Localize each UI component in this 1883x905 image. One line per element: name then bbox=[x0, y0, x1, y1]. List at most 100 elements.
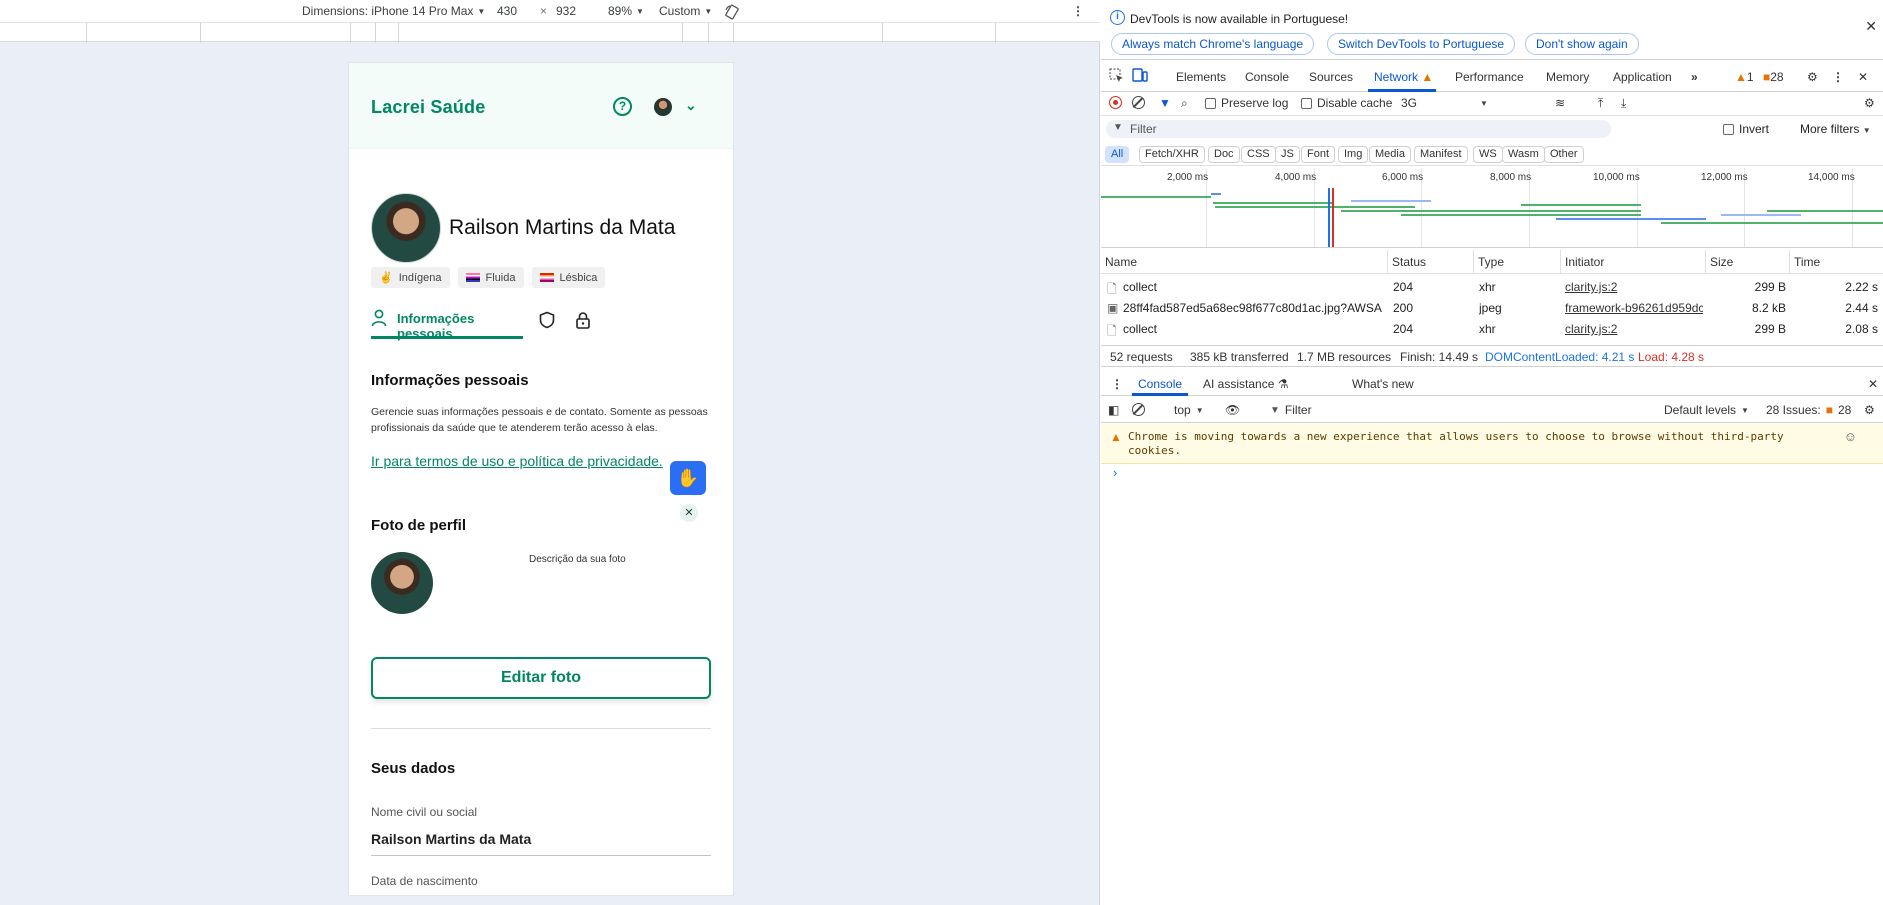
chevron-down-icon[interactable]: ⌄ bbox=[685, 97, 697, 114]
device-toggle-icon[interactable] bbox=[1132, 68, 1148, 86]
tab-application[interactable]: Application bbox=[1613, 70, 1672, 84]
disable-cache-checkbox[interactable]: Disable cache bbox=[1301, 96, 1392, 110]
console-issues-button[interactable]: 28 Issues: ■ 28 bbox=[1766, 403, 1851, 417]
inspect-element-icon[interactable] bbox=[1109, 68, 1124, 86]
network-conditions-icon[interactable]: ≋ bbox=[1555, 96, 1565, 110]
sidebar-toggle-icon[interactable]: ◧ bbox=[1108, 403, 1119, 417]
column-time[interactable]: Time bbox=[1790, 250, 1883, 274]
throttling-dropdown[interactable]: 3G ▼ bbox=[1401, 96, 1501, 110]
download-icon[interactable]: ⤓ bbox=[1621, 96, 1626, 111]
zoom-dropdown[interactable]: 89% ▼ bbox=[608, 4, 644, 18]
brand-logo[interactable]: Lacrei Saúde bbox=[371, 97, 485, 118]
table-row[interactable]: 🗋 collect 204 xhr clarity.js:2 299 B 2.0… bbox=[1101, 319, 1883, 340]
type-filter-media[interactable]: Media bbox=[1369, 146, 1411, 163]
type-filter-img[interactable]: Img bbox=[1338, 146, 1369, 163]
more-options-icon[interactable]: ⋮ bbox=[1072, 4, 1084, 18]
context-dropdown[interactable]: top ▼ bbox=[1174, 403, 1204, 417]
drawer-tab-ai[interactable]: AI assistance ⚗ bbox=[1203, 377, 1288, 391]
tab-console[interactable]: Console bbox=[1245, 70, 1289, 84]
sign-language-icon[interactable]: ✋ bbox=[670, 461, 706, 495]
request-initiator[interactable]: framework-b96261d959dc bbox=[1565, 301, 1703, 315]
type-filter-doc[interactable]: Doc bbox=[1208, 146, 1240, 163]
column-type[interactable]: Type bbox=[1474, 250, 1561, 274]
user-avatar[interactable] bbox=[654, 98, 672, 116]
dimensions-dropdown[interactable]: Dimensions: iPhone 14 Pro Max ▼ bbox=[302, 4, 485, 18]
close-icon[interactable]: ✕ bbox=[1858, 70, 1868, 84]
clear-console-icon[interactable] bbox=[1132, 403, 1145, 416]
table-row[interactable]: ▣ 28ff4fad587ed5a68ec98f677c80d1ac.jpg?A… bbox=[1101, 298, 1883, 319]
search-icon[interactable]: ⌕ bbox=[1181, 96, 1188, 111]
drawer-menu-icon[interactable]: ⋮ bbox=[1111, 377, 1123, 391]
tab-memory[interactable]: Memory bbox=[1546, 70, 1589, 84]
match-language-button[interactable]: Always match Chrome's language bbox=[1111, 33, 1315, 55]
close-icon[interactable]: ✕ bbox=[1868, 377, 1878, 391]
request-initiator[interactable]: clarity.js:2 bbox=[1565, 280, 1703, 294]
shield-icon[interactable] bbox=[538, 311, 556, 332]
tab-personal-info[interactable]: Informações pessoais bbox=[371, 309, 523, 341]
filter-input[interactable]: Filter bbox=[1106, 120, 1611, 138]
request-size: 299 B bbox=[1754, 322, 1786, 336]
more-filters-dropdown[interactable]: More filters ▼ bbox=[1800, 122, 1871, 136]
timeline-bar bbox=[1661, 222, 1883, 224]
tab-performance[interactable]: Performance bbox=[1455, 70, 1524, 84]
name-field-value[interactable]: Railson Martins da Mata bbox=[371, 831, 711, 856]
more-tabs-icon[interactable]: » bbox=[1691, 70, 1698, 84]
type-filter-font[interactable]: Font bbox=[1301, 146, 1336, 163]
column-size[interactable]: Size bbox=[1706, 250, 1790, 274]
width-input[interactable]: 430 bbox=[497, 4, 517, 18]
help-icon[interactable]: ? bbox=[613, 97, 632, 116]
column-name[interactable]: Name bbox=[1101, 250, 1388, 274]
upload-icon[interactable]: ⤒ bbox=[1598, 96, 1603, 111]
height-input[interactable]: 932 bbox=[556, 4, 576, 18]
table-row[interactable]: 🗋 collect 204 xhr clarity.js:2 299 B 2.2… bbox=[1101, 277, 1883, 298]
filter-icon[interactable]: ▼ bbox=[1159, 96, 1171, 110]
request-initiator[interactable]: clarity.js:2 bbox=[1565, 322, 1703, 336]
drawer-tab-whats-new[interactable]: What's new bbox=[1352, 377, 1414, 391]
type-filter-js[interactable]: JS bbox=[1275, 146, 1300, 163]
preserve-log-checkbox[interactable]: Preserve log bbox=[1205, 96, 1288, 110]
tab-elements[interactable]: Elements bbox=[1176, 70, 1226, 84]
console-filter-input[interactable]: ▼ Filter bbox=[1270, 403, 1312, 417]
column-status[interactable]: Status bbox=[1388, 250, 1474, 274]
settings-icon[interactable]: ⚙ bbox=[1864, 96, 1875, 110]
type-filter-manifest[interactable]: Manifest bbox=[1414, 146, 1468, 163]
request-status: 204 bbox=[1393, 322, 1414, 336]
rotate-icon[interactable] bbox=[724, 4, 740, 20]
type-filter-css[interactable]: CSS bbox=[1241, 146, 1276, 163]
warning-icon: ▲ bbox=[1110, 430, 1122, 444]
settings-icon[interactable]: ⚙ bbox=[1864, 403, 1875, 417]
more-options-icon[interactable]: ⋮ bbox=[1832, 70, 1844, 84]
network-overview-timeline[interactable]: 2,000 ms 4,000 ms 6,000 ms 8,000 ms 10,0… bbox=[1101, 168, 1883, 248]
record-icon[interactable] bbox=[1109, 96, 1122, 109]
zoom-value: 89% bbox=[608, 4, 633, 18]
switch-portuguese-button[interactable]: Switch DevTools to Portuguese bbox=[1327, 33, 1516, 55]
edit-photo-button[interactable]: Editar foto bbox=[371, 657, 711, 699]
cookie-icon[interactable]: ☺ bbox=[1844, 429, 1857, 444]
tab-sources[interactable]: Sources bbox=[1309, 70, 1353, 84]
type-filter-other[interactable]: Other bbox=[1544, 146, 1584, 163]
close-icon[interactable]: ✕ bbox=[1865, 18, 1877, 35]
issues-counter[interactable]: ■28 bbox=[1763, 70, 1784, 84]
type-filter-ws[interactable]: WS bbox=[1473, 146, 1503, 163]
type-filter-wasm[interactable]: Wasm bbox=[1502, 146, 1545, 163]
eye-icon[interactable]: 👁 bbox=[1225, 403, 1240, 417]
invert-checkbox[interactable]: Invert bbox=[1723, 122, 1769, 136]
console-prompt[interactable]: › bbox=[1113, 465, 1117, 480]
timeline-tick: 6,000 ms bbox=[1382, 172, 1424, 183]
lock-icon[interactable] bbox=[574, 311, 592, 332]
close-icon[interactable]: ✕ bbox=[680, 504, 698, 522]
dont-show-again-button[interactable]: Don't show again bbox=[1525, 33, 1639, 55]
drawer-tab-console[interactable]: Console bbox=[1138, 377, 1182, 391]
checkbox-label: Disable cache bbox=[1317, 96, 1393, 110]
type-filter-fetch[interactable]: Fetch/XHR bbox=[1139, 146, 1205, 163]
default-levels-dropdown[interactable]: Default levels ▼ bbox=[1664, 403, 1749, 417]
warnings-counter[interactable]: ▲1 bbox=[1735, 70, 1754, 84]
settings-icon[interactable]: ⚙ bbox=[1807, 70, 1818, 84]
type-filter-all[interactable]: All bbox=[1105, 146, 1130, 163]
checkbox bbox=[1301, 97, 1312, 109]
terms-link[interactable]: Ir para termos de uso e política de priv… bbox=[371, 453, 663, 469]
throttle-dropdown[interactable]: Custom ▼ bbox=[659, 4, 712, 18]
clear-icon[interactable] bbox=[1132, 96, 1145, 109]
tab-network[interactable]: Network ▲ bbox=[1374, 70, 1433, 84]
column-initiator[interactable]: Initiator bbox=[1561, 250, 1706, 274]
